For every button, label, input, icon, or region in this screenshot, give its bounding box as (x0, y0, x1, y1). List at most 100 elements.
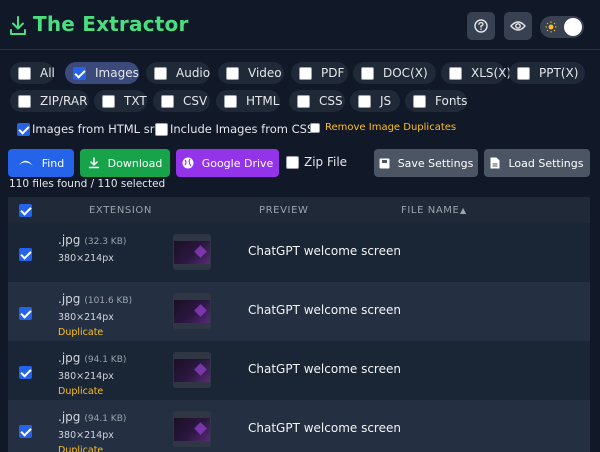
html-src-label: Images from HTML src (32, 122, 161, 136)
extension: .jpg (58, 292, 81, 306)
filter-doc-x[interactable]: DOC(X) (353, 62, 436, 84)
dimensions: 380×214px (58, 430, 114, 441)
filter-audio[interactable]: Audio (146, 62, 210, 84)
select-all-checkbox[interactable] (19, 204, 32, 217)
table-header: EXTENSION PREVIEW FILE NAME ▲ (8, 197, 590, 223)
filter-label: JS (380, 94, 392, 108)
filter-fonts[interactable]: Fonts (405, 90, 467, 112)
filter-html-checkbox[interactable] (224, 94, 237, 108)
filter-images-checkbox[interactable] (73, 66, 86, 80)
html-src-checkbox[interactable] (17, 122, 30, 136)
google-drive-label: Google Drive (201, 156, 274, 170)
filter-all-checkbox[interactable] (18, 66, 31, 80)
filter-ppt-x[interactable]: PPT(X) (509, 62, 585, 84)
status-text: 110 files found / 110 selected (9, 178, 166, 190)
app-title: The Extractor (33, 12, 189, 36)
preview-thumbnail[interactable] (173, 293, 211, 329)
filter-zip-rar[interactable]: ZIP/RAR (10, 90, 89, 112)
extension-cell: .jpg (32.3 KB) (58, 233, 126, 247)
sort-ascending-icon[interactable]: ▲ (460, 206, 467, 215)
filter-images[interactable]: Images (65, 62, 139, 84)
download-icon (10, 16, 26, 35)
find-label: Find (41, 156, 65, 170)
find-button[interactable]: Find (8, 149, 74, 177)
table-row[interactable]: .jpg (32.3 KB) 380×214px ChatGPT welcome sc… (8, 223, 590, 282)
filter-label: Fonts (435, 94, 468, 108)
extension-header[interactable]: EXTENSION (89, 205, 152, 216)
filter-ppt-x-checkbox[interactable] (517, 66, 530, 80)
eye-icon (510, 21, 526, 31)
filter-fonts-checkbox[interactable] (413, 94, 426, 108)
row-checkbox[interactable] (19, 307, 32, 320)
preview-thumbnail[interactable] (173, 352, 211, 388)
google-drive-button[interactable]: Google Drive (176, 149, 279, 177)
option-zip-file[interactable]: Zip File (286, 155, 347, 169)
filter-doc-x-checkbox[interactable] (361, 66, 374, 80)
file-name: ChatGPT welcome screen (248, 303, 401, 317)
filter-xls-x-checkbox[interactable] (449, 66, 462, 80)
file-name: ChatGPT welcome screen (248, 362, 401, 376)
table-row[interactable]: .jpg (101.6 KB) 380×214px Duplicate ChatGPT … (8, 282, 590, 341)
filter-label: HTML (246, 94, 280, 108)
filename-header[interactable]: FILE NAME (401, 205, 459, 216)
file-size: (32.3 KB) (84, 237, 127, 247)
filter-zip-rar-checkbox[interactable] (18, 94, 31, 108)
filter-label: PPT(X) (539, 66, 579, 80)
filter-xls-x[interactable]: XLS(X) (441, 62, 511, 84)
filter-video[interactable]: Video (218, 62, 284, 84)
extension: .jpg (58, 410, 81, 424)
filter-video-checkbox[interactable] (226, 66, 239, 80)
css-images-checkbox[interactable] (155, 122, 168, 136)
row-checkbox[interactable] (19, 248, 32, 261)
extension-cell: .jpg (101.6 KB) (58, 292, 132, 306)
filter-all[interactable]: All (10, 62, 55, 84)
table-row[interactable]: .jpg (94.1 KB) 380×214px Duplicate ChatGPT w… (8, 341, 590, 400)
preview-thumbnail[interactable] (173, 411, 211, 447)
table-row[interactable]: .jpg (94.1 KB) 380×214px Duplicate ChatGPT w… (8, 400, 590, 452)
filter-label: CSS (319, 94, 343, 108)
css-images-label: Include Images from CSS (170, 122, 315, 136)
filter-js[interactable]: JS (350, 90, 400, 112)
filter-js-checkbox[interactable] (358, 94, 371, 108)
preview-thumbnail[interactable] (173, 234, 211, 270)
help-button[interactable] (467, 12, 495, 40)
file-size: (101.6 KB) (84, 296, 133, 306)
download-button[interactable]: Download (80, 149, 170, 177)
save-settings-button[interactable]: Save Settings (374, 149, 478, 177)
app-header: The Extractor (0, 0, 600, 50)
dimensions: 380×214px (58, 253, 114, 264)
dimensions: 380×214px (58, 371, 114, 382)
filter-audio-checkbox[interactable] (154, 66, 167, 80)
row-checkbox[interactable] (19, 425, 32, 438)
filter-label: PDF (321, 66, 345, 80)
filter-pdf[interactable]: PDF (291, 62, 348, 84)
file-name: ChatGPT welcome screen (248, 244, 401, 258)
file-size: (94.1 KB) (84, 355, 127, 365)
filter-label: DOC(X) (383, 66, 428, 80)
thumbnail-image (174, 359, 210, 382)
filter-css[interactable]: CSS (289, 90, 345, 112)
filter-csv[interactable]: CSV (153, 90, 210, 112)
remove-duplicates-checkbox[interactable] (310, 122, 320, 133)
filter-css-checkbox[interactable] (297, 94, 310, 108)
filter-label: ZIP/RAR (40, 94, 88, 108)
extension-cell: .jpg (94.1 KB) (58, 410, 126, 424)
filter-txt-checkbox[interactable] (102, 94, 115, 108)
filter-pdf-checkbox[interactable] (299, 66, 312, 80)
download-icon (88, 157, 99, 169)
theme-toggle[interactable] (540, 16, 584, 38)
filter-html[interactable]: HTML (216, 90, 280, 112)
save-icon (379, 158, 390, 168)
option-css-images[interactable]: Include Images from CSS (155, 122, 314, 136)
filter-txt[interactable]: TXT (94, 90, 147, 112)
preview-button[interactable] (504, 12, 532, 40)
zip-file-checkbox[interactable] (286, 155, 299, 169)
option-html-src[interactable]: Images from HTML src (17, 122, 161, 136)
file-icon (490, 157, 500, 169)
preview-header: PREVIEW (259, 205, 309, 216)
save-settings-label: Save Settings (397, 156, 474, 170)
row-checkbox[interactable] (19, 366, 32, 379)
load-settings-button[interactable]: Load Settings (484, 149, 590, 177)
filter-csv-checkbox[interactable] (161, 94, 174, 108)
option-remove-duplicates[interactable]: Remove Image Duplicates (310, 122, 456, 133)
